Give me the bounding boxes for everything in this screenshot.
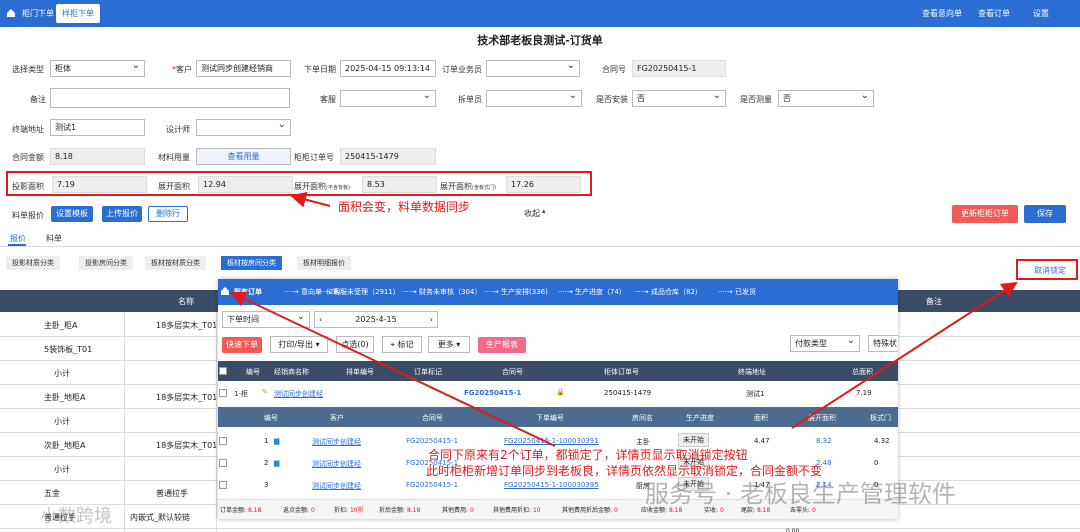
arrow-to-pipeline — [230, 291, 556, 447]
arrow-to-cancel-lock — [791, 281, 1018, 429]
annotation-arrows — [230, 191, 1018, 447]
arrow-to-area — [290, 191, 331, 208]
